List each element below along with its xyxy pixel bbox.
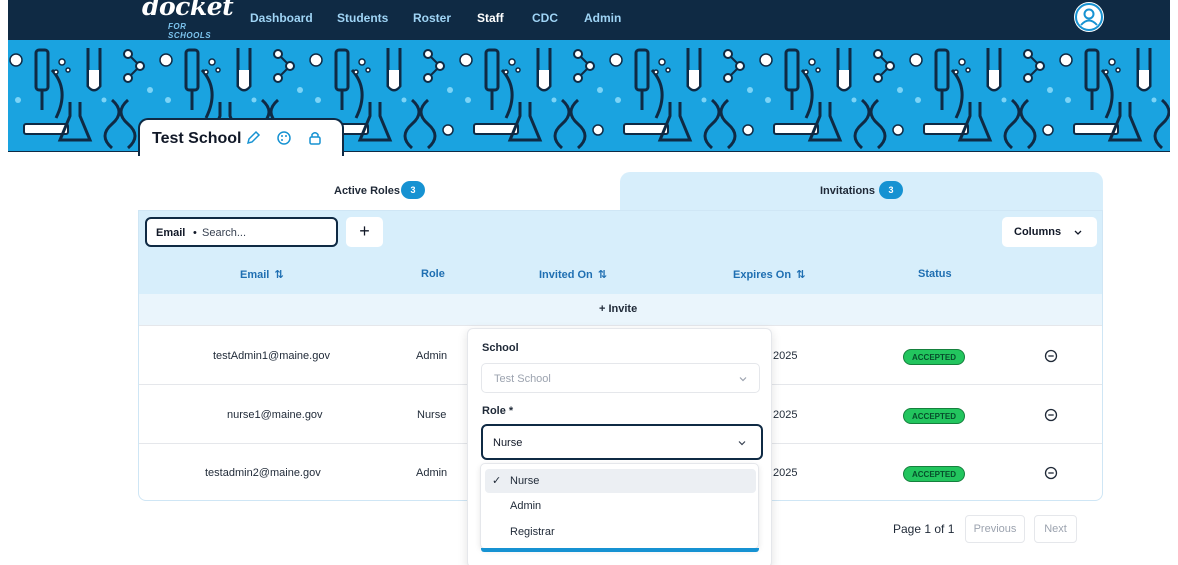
role-option-admin[interactable]: Admin (485, 494, 756, 518)
chevron-down-icon (739, 377, 747, 382)
sort-icon: ⇅ (274, 269, 284, 281)
user-account-icon[interactable] (1074, 2, 1104, 32)
nav-link-staff[interactable]: Staff (477, 11, 504, 25)
role-options-menu: ✓ Nurse Admin Registrar (480, 463, 759, 549)
search-separator: • (193, 227, 197, 239)
row-role: Nurse (417, 409, 447, 421)
tab-invitations[interactable]: Invitations 3 (620, 172, 1103, 210)
role-option-nurse[interactable]: ✓ Nurse (485, 469, 756, 493)
logo-text: docket (142, 0, 234, 21)
row-expires: 2025 (773, 409, 798, 421)
row-expires: 2025 (773, 350, 798, 362)
role-option-label: Nurse (510, 475, 540, 487)
column-header-role: Role (421, 268, 445, 280)
logo-subtitle: FOR SCHOOLS (168, 22, 212, 40)
nav-link-cdc[interactable]: CDC (532, 11, 558, 25)
columns-label: Columns (1014, 226, 1062, 238)
tab-active-roles-label: Active Roles (334, 185, 401, 197)
nav-link-roster[interactable]: Roster (413, 11, 451, 25)
nav-link-dashboard[interactable]: Dashboard (250, 11, 313, 25)
column-header-email-label: Email (240, 269, 270, 281)
check-icon: ✓ (492, 475, 502, 487)
columns-button[interactable]: Columns (1002, 217, 1097, 247)
top-nav-bar: docket FOR SCHOOLS Dashboard Students Ro… (8, 0, 1170, 40)
search-field-selector[interactable]: Email (156, 227, 185, 239)
palette-icon[interactable] (275, 129, 293, 147)
status-badge: ACCEPTED (903, 466, 965, 482)
invite-button-row[interactable]: + Invite (139, 294, 1102, 325)
column-header-invited-on-label: Invited On (539, 269, 593, 281)
column-header-expires-on[interactable]: Expires On ⇅ (733, 268, 805, 281)
sort-icon: ⇅ (597, 269, 607, 281)
edit-pencil-icon[interactable] (244, 129, 262, 147)
submit-button-edge[interactable] (481, 548, 759, 552)
column-header-email[interactable]: Email ⇅ (240, 268, 284, 281)
previous-page-button[interactable]: Previous (965, 515, 1025, 543)
role-option-registrar[interactable]: Registrar (485, 520, 756, 544)
column-header-status: Status (918, 268, 952, 280)
invite-label: + Invite (599, 303, 638, 315)
remove-circle-icon[interactable] (1044, 349, 1058, 363)
search-box[interactable]: Email • (145, 217, 338, 247)
lock-icon[interactable] (306, 129, 324, 147)
next-page-button[interactable]: Next (1034, 515, 1077, 543)
school-select-value: Test School (494, 373, 551, 385)
school-field-label: School (482, 342, 519, 354)
row-email: testAdmin1@maine.gov (213, 350, 330, 362)
sort-icon: ⇅ (796, 269, 806, 281)
school-name: Test School (152, 130, 242, 147)
column-header-expires-on-label: Expires On (733, 269, 792, 281)
docket-logo[interactable]: docket FOR SCHOOLS (138, 0, 234, 40)
role-select-value: Nurse (493, 437, 523, 449)
active-roles-count-badge: 3 (401, 181, 425, 199)
school-header-tab: Test School (138, 118, 344, 156)
nav-link-students[interactable]: Students (337, 11, 388, 25)
tab-invitations-label: Invitations (820, 185, 876, 197)
role-field-label: Role * (482, 405, 514, 417)
search-input[interactable] (202, 225, 332, 241)
remove-circle-icon[interactable] (1044, 408, 1058, 422)
nav-link-admin[interactable]: Admin (584, 11, 621, 25)
row-role: Admin (416, 350, 448, 362)
status-badge: ACCEPTED (903, 408, 965, 424)
tab-active-roles[interactable]: Active Roles 3 (138, 172, 620, 210)
pagination-info: Page 1 of 1 (893, 522, 955, 536)
remove-circle-icon[interactable] (1044, 466, 1058, 480)
row-email: nurse1@maine.gov (227, 409, 323, 421)
row-email: testadmin2@maine.gov (205, 467, 321, 479)
role-option-label: Registrar (510, 526, 555, 538)
status-badge: ACCEPTED (903, 349, 965, 365)
chevron-down-icon (738, 441, 746, 446)
invitations-count-badge: 3 (879, 181, 903, 199)
chevron-down-icon (1074, 230, 1082, 235)
column-header-invited-on[interactable]: Invited On ⇅ (539, 268, 607, 281)
row-expires: 2025 (773, 467, 798, 479)
row-role: Admin (416, 467, 448, 479)
table-toolbar: Email • + Columns Email ⇅ Role Invited On… (139, 211, 1102, 294)
role-select[interactable]: Nurse (481, 424, 763, 460)
role-option-label: Admin (510, 500, 542, 512)
school-select[interactable]: Test School (481, 363, 760, 393)
add-filter-button[interactable]: + (346, 217, 383, 247)
